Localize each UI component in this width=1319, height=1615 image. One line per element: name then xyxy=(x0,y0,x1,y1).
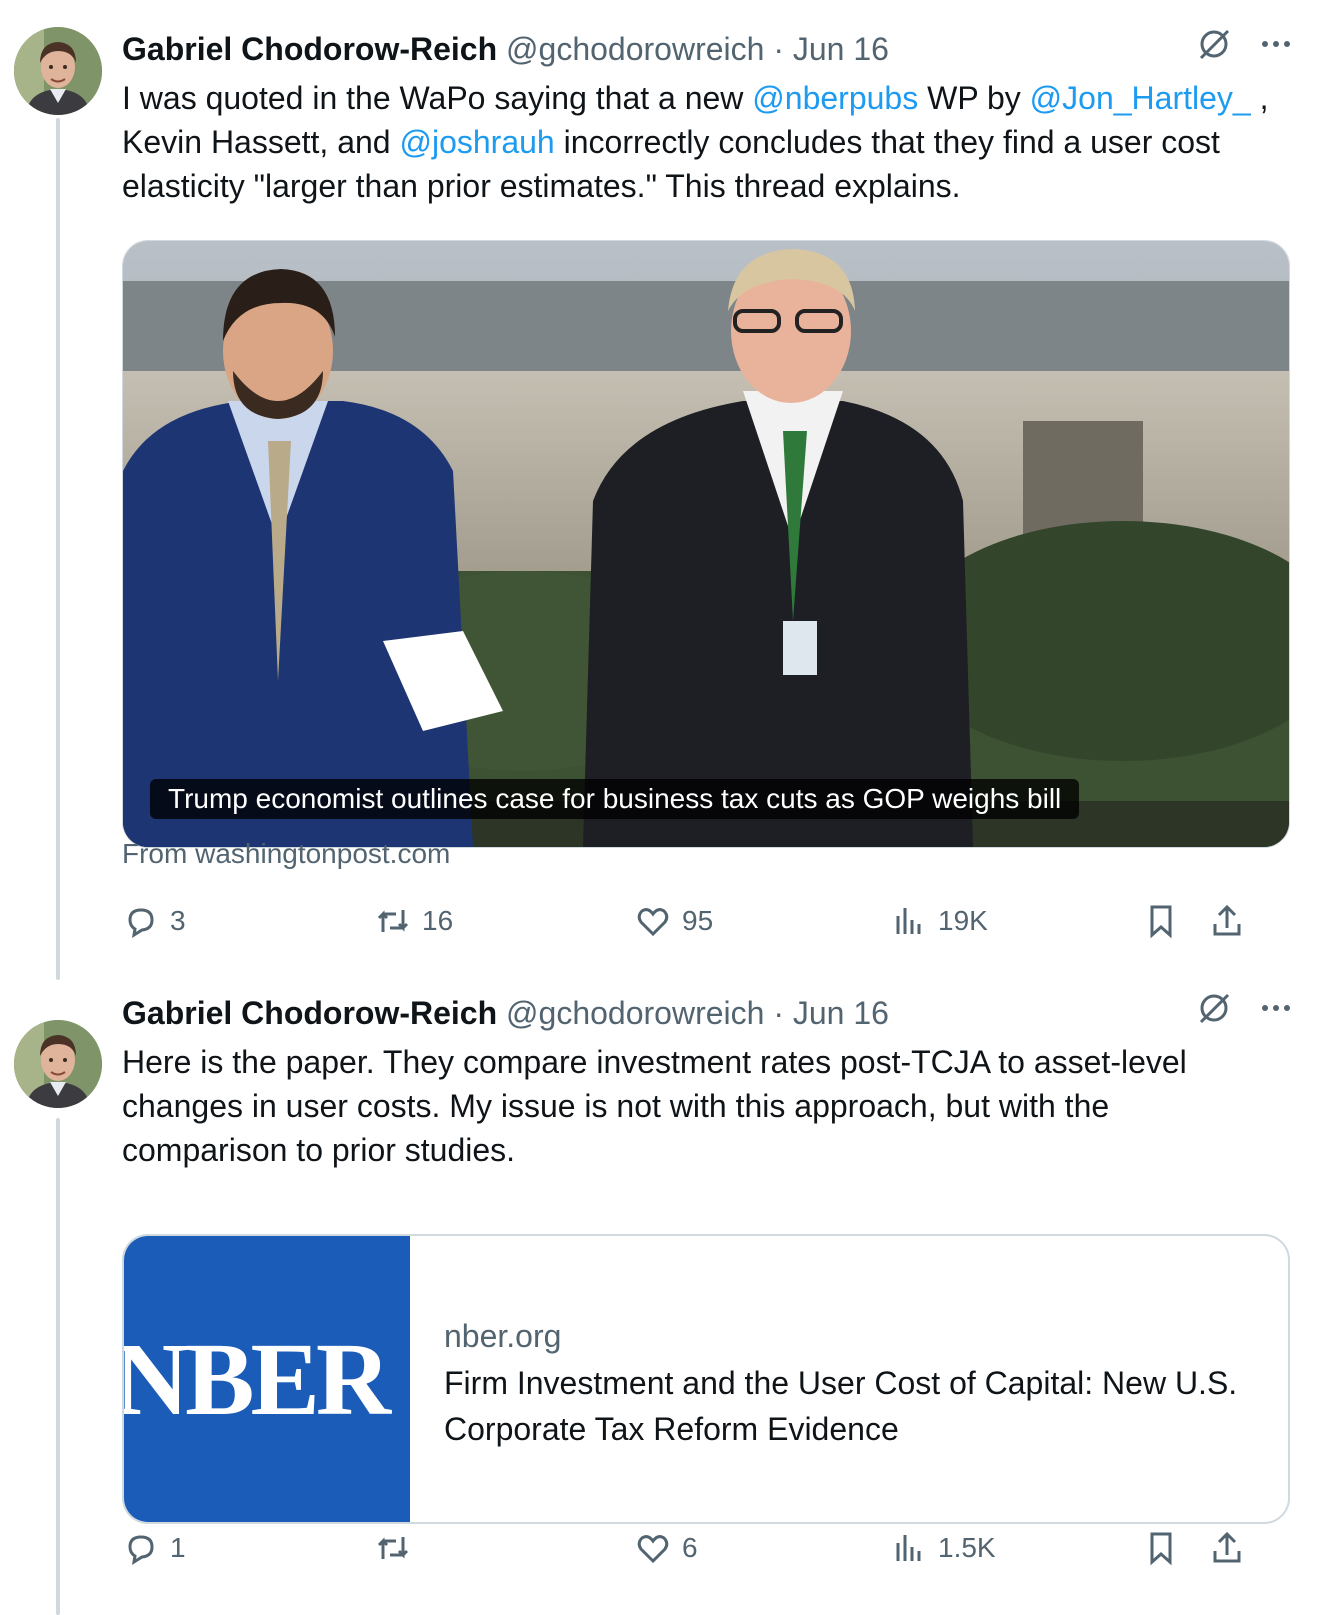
text-segment: WP by xyxy=(918,80,1030,116)
timestamp[interactable]: Jun 16 xyxy=(793,995,889,1031)
reply-count: 3 xyxy=(170,905,186,936)
tweet-text: Here is the paper. They compare investme… xyxy=(122,1044,1187,1168)
reply-button[interactable]: 3 xyxy=(122,896,186,946)
link-preview-image[interactable]: Trump economist outlines case for busine… xyxy=(122,240,1290,848)
mention-link[interactable]: @Jon_Hartley_ xyxy=(1030,80,1251,116)
more-icon[interactable] xyxy=(1257,989,1295,1038)
views-icon xyxy=(896,1535,921,1561)
views-icon xyxy=(896,908,921,934)
author-name[interactable]: Gabriel Chodorow-Reich xyxy=(122,995,497,1031)
reply-icon xyxy=(128,908,154,939)
like-count: 95 xyxy=(682,905,714,936)
author-handle[interactable]: @gchodorowreich xyxy=(506,995,764,1031)
more-icon[interactable] xyxy=(1257,25,1295,74)
text-segment: I was quoted in the WaPo saying that a n… xyxy=(122,80,753,116)
views-button[interactable]: 1.5K xyxy=(890,1523,996,1573)
grok-slash-icon[interactable] xyxy=(1195,989,1233,1038)
share-icon xyxy=(1213,1531,1241,1563)
author-name[interactable]: Gabriel Chodorow-Reich xyxy=(122,31,497,67)
author-handle[interactable]: @gchodorowreich xyxy=(506,31,764,67)
nber-logo: NBER xyxy=(124,1322,391,1437)
bookmark-button[interactable] xyxy=(1142,896,1180,946)
like-icon xyxy=(637,1535,669,1564)
bookmark-button[interactable] xyxy=(1142,1523,1180,1573)
repost-button[interactable] xyxy=(374,1523,422,1573)
tweet-1[interactable]: Gabriel Chodorow-Reich @gchodorowreich ·… xyxy=(0,0,1319,980)
action-bar: 1 6 1.5K xyxy=(122,1523,1292,1573)
share-button[interactable] xyxy=(1208,896,1246,946)
mention-link[interactable]: @joshrauh xyxy=(399,124,554,160)
link-source[interactable]: From washingtonpost.com xyxy=(122,836,450,872)
media-caption: Trump economist outlines case for busine… xyxy=(150,779,1080,819)
separator-dot: · xyxy=(773,995,784,1031)
mention-link[interactable]: @nberpubs xyxy=(752,80,918,116)
repost-icon xyxy=(377,1537,409,1559)
card-thumbnail: NBER xyxy=(124,1236,410,1522)
repost-button[interactable]: 16 xyxy=(374,896,453,946)
repost-icon xyxy=(377,910,409,932)
tweet-text: I was quoted in the WaPo saying that a n… xyxy=(122,76,1272,208)
views-button[interactable]: 19K xyxy=(890,896,988,946)
link-card[interactable]: NBER nber.org Firm Investment and the Us… xyxy=(122,1234,1290,1524)
reply-icon xyxy=(128,1535,154,1566)
like-count: 6 xyxy=(682,1532,698,1563)
avatar[interactable] xyxy=(14,27,102,115)
views-count: 19K xyxy=(938,905,988,936)
separator-dot: · xyxy=(773,31,784,67)
views-count: 1.5K xyxy=(938,1532,996,1563)
bookmark-icon xyxy=(1150,1532,1172,1566)
tweet-2[interactable]: Gabriel Chodorow-Reich @gchodorowreich ·… xyxy=(0,990,1319,1615)
bookmark-icon xyxy=(1150,905,1172,939)
tweet-header: Gabriel Chodorow-Reich @gchodorowreich ·… xyxy=(122,991,1319,1035)
reply-button[interactable]: 1 xyxy=(122,1523,186,1573)
news-photo xyxy=(123,241,1289,847)
timestamp[interactable]: Jun 16 xyxy=(793,31,889,67)
action-bar: 3 16 95 19K xyxy=(122,896,1292,946)
like-icon xyxy=(637,908,669,937)
avatar[interactable] xyxy=(14,1020,102,1108)
reply-count: 1 xyxy=(170,1532,186,1563)
share-icon xyxy=(1213,904,1241,936)
card-domain: nber.org xyxy=(444,1318,562,1354)
grok-slash-icon[interactable] xyxy=(1195,25,1233,74)
repost-count: 16 xyxy=(422,905,454,936)
card-title: Firm Investment and the User Cost of Cap… xyxy=(444,1365,1238,1447)
share-button[interactable] xyxy=(1208,1523,1246,1573)
tweet-header: Gabriel Chodorow-Reich @gchodorowreich ·… xyxy=(122,27,1319,71)
like-button[interactable]: 95 xyxy=(634,896,713,946)
like-button[interactable]: 6 xyxy=(634,1523,698,1573)
